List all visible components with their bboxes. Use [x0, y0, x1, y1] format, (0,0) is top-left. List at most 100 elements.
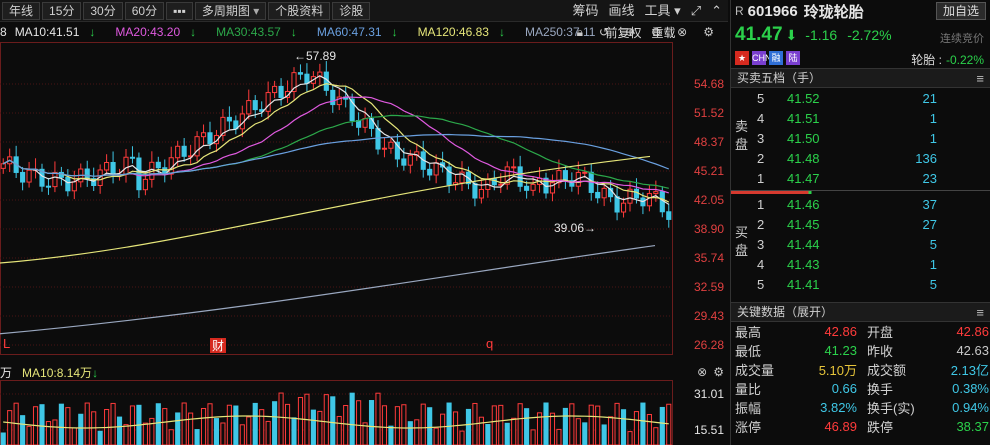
- volume-bar-up: [401, 404, 407, 445]
- keydata-menu-icon[interactable]: ≡: [976, 303, 984, 322]
- candle-down: [427, 168, 433, 176]
- sells-row[interactable]: 4 41.51 1: [731, 108, 990, 128]
- price-tick-label: 38.90: [694, 222, 724, 236]
- volume-bar-up: [498, 404, 504, 445]
- period-30min-button[interactable]: 30分: [83, 1, 123, 20]
- keydata-key: 成交量: [735, 363, 775, 378]
- candle-up: [582, 171, 588, 174]
- connect-tag[interactable]: 陆: [786, 51, 800, 65]
- margin-tag[interactable]: 融: [769, 51, 783, 65]
- volume-bar-up: [259, 409, 265, 445]
- toolbar-right: 筹码 画线 工具 ▾ ⤢ ⌃: [573, 2, 723, 20]
- level: 2: [757, 150, 765, 166]
- keydata-value2: 38.37: [956, 419, 989, 434]
- level-qty: 1: [929, 256, 937, 272]
- volume-bar-up: [278, 392, 284, 445]
- candle-up: [620, 202, 627, 213]
- level-price: 41.44: [787, 236, 820, 252]
- keydata-value2: 42.86: [956, 324, 989, 339]
- orderbook-menu-icon[interactable]: ≡: [976, 69, 984, 88]
- multi-period-dropdown[interactable]: 多周期图: [194, 1, 267, 20]
- collapse-icon[interactable]: ⌃: [711, 2, 722, 20]
- level: 1: [757, 196, 765, 212]
- diagnose-button[interactable]: 诊股: [332, 1, 371, 20]
- level-qty: 1: [929, 130, 937, 146]
- volume-settings-icon[interactable]: ⚙: [713, 365, 724, 379]
- keydata-value: 46.89: [824, 419, 857, 434]
- volume-bar-up: [168, 429, 174, 445]
- candle-down: [155, 161, 161, 169]
- chn-tag[interactable]: CHN: [752, 51, 772, 65]
- stock-code: 601966: [747, 2, 798, 20]
- candlestick-chart[interactable]: 54.68 51.52 48.37 45.21 42.05 38.90 35.74 32.59…: [0, 42, 728, 358]
- sells-row[interactable]: 3 41.50 1: [731, 128, 990, 148]
- ma60-line: [2, 114, 669, 189]
- volume-bar-up: [162, 408, 168, 445]
- china-flag-icon[interactable]: ★: [735, 51, 749, 65]
- keydata-key: 量比: [735, 382, 762, 397]
- volume-bar-down: [291, 417, 297, 445]
- candle-up: [388, 141, 394, 149]
- volume-bar-up: [595, 405, 601, 445]
- buys-row[interactable]: 2 41.45 27: [731, 214, 990, 234]
- volume-bar-down: [562, 407, 568, 445]
- period-15min-button[interactable]: 15分: [42, 1, 82, 20]
- expand-icon[interactable]: ⤢: [691, 2, 701, 20]
- buys-row[interactable]: 1 41.46 37: [731, 194, 990, 214]
- plot-border: [0, 42, 673, 355]
- add-watchlist-button[interactable]: 加自选: [935, 2, 986, 20]
- volume-close-icon[interactable]: ⊗: [697, 365, 707, 379]
- candle-up: [142, 178, 148, 191]
- chips-button[interactable]: 筹码: [573, 2, 599, 20]
- more-periods-button[interactable]: ▪▪▪: [166, 1, 193, 20]
- undo-icon[interactable]: ↺: [599, 25, 609, 39]
- sells-row[interactable]: 1 41.47 23: [731, 168, 990, 188]
- volume-bar-down: [39, 404, 45, 445]
- volume-tick-label: 15.51: [694, 423, 724, 437]
- volume-bar-up: [7, 410, 13, 445]
- volume-bar-down: [233, 405, 239, 445]
- volume-bar-up: [381, 405, 388, 445]
- volume-bar-up: [556, 428, 562, 445]
- volume-bar-up: [459, 430, 465, 445]
- sells-row[interactable]: 5 41.52 21: [731, 88, 990, 108]
- sells-row[interactable]: 2 41.48 136: [731, 148, 990, 168]
- candle-up: [0, 163, 6, 169]
- volume-bar-down: [388, 425, 394, 445]
- level-price: 41.52: [787, 90, 820, 106]
- buys-row[interactable]: 5 41.41 5: [731, 274, 990, 294]
- volume-bar-down: [446, 402, 452, 445]
- buy-label: 买盘: [735, 225, 749, 258]
- candle-down: [562, 170, 568, 182]
- level-price: 41.48: [787, 150, 820, 166]
- buys-row[interactable]: 4 41.43 1: [731, 254, 990, 274]
- quote-panel: R 601966 玲珑轮胎 加自选 41.47 ⬇ -1.16 -2.72% 连…: [730, 0, 990, 445]
- stock-profile-button[interactable]: 个股资料: [268, 1, 331, 20]
- price-tick-label: 48.37: [694, 135, 724, 149]
- zoom-out-icon[interactable]: ⊖: [651, 25, 661, 39]
- candle-down: [129, 156, 136, 159]
- lock-icon[interactable]: 🔒︎: [577, 25, 583, 40]
- zoom-in-icon[interactable]: ⊕: [625, 25, 635, 39]
- period-year-button[interactable]: 年线: [2, 1, 41, 20]
- last-price: 41.47: [735, 24, 783, 45]
- period-60min-button[interactable]: 60分: [124, 1, 165, 20]
- volume-bar-down: [78, 413, 84, 445]
- candle-down: [65, 176, 71, 192]
- draw-line-button[interactable]: 画线: [609, 2, 635, 20]
- volume-chart[interactable]: 31.01 15.51: [0, 380, 728, 445]
- sector-change[interactable]: 轮胎 : -0.22%: [911, 51, 984, 68]
- level: 1: [757, 170, 765, 186]
- buy-book: 买盘 1 41.46 37 2 41.45 27 3 41.44 5 4 41.43 1 5 41.41 5: [731, 194, 990, 296]
- settings-icon[interactable]: ⚙: [703, 25, 714, 39]
- keydata-key2: 开盘: [867, 325, 894, 340]
- volume-bar-up: [588, 404, 594, 445]
- buys-row[interactable]: 3 41.44 5: [731, 234, 990, 254]
- tools-dropdown[interactable]: 工具 ▾: [645, 2, 681, 20]
- volume-bar-up: [207, 403, 213, 445]
- ma-lead: 8: [0, 25, 7, 39]
- close-icon[interactable]: ⊗: [677, 25, 687, 39]
- volume-bar-up: [65, 407, 71, 445]
- keydata-value2: 0.94%: [952, 400, 989, 415]
- ma10-line: [2, 75, 670, 205]
